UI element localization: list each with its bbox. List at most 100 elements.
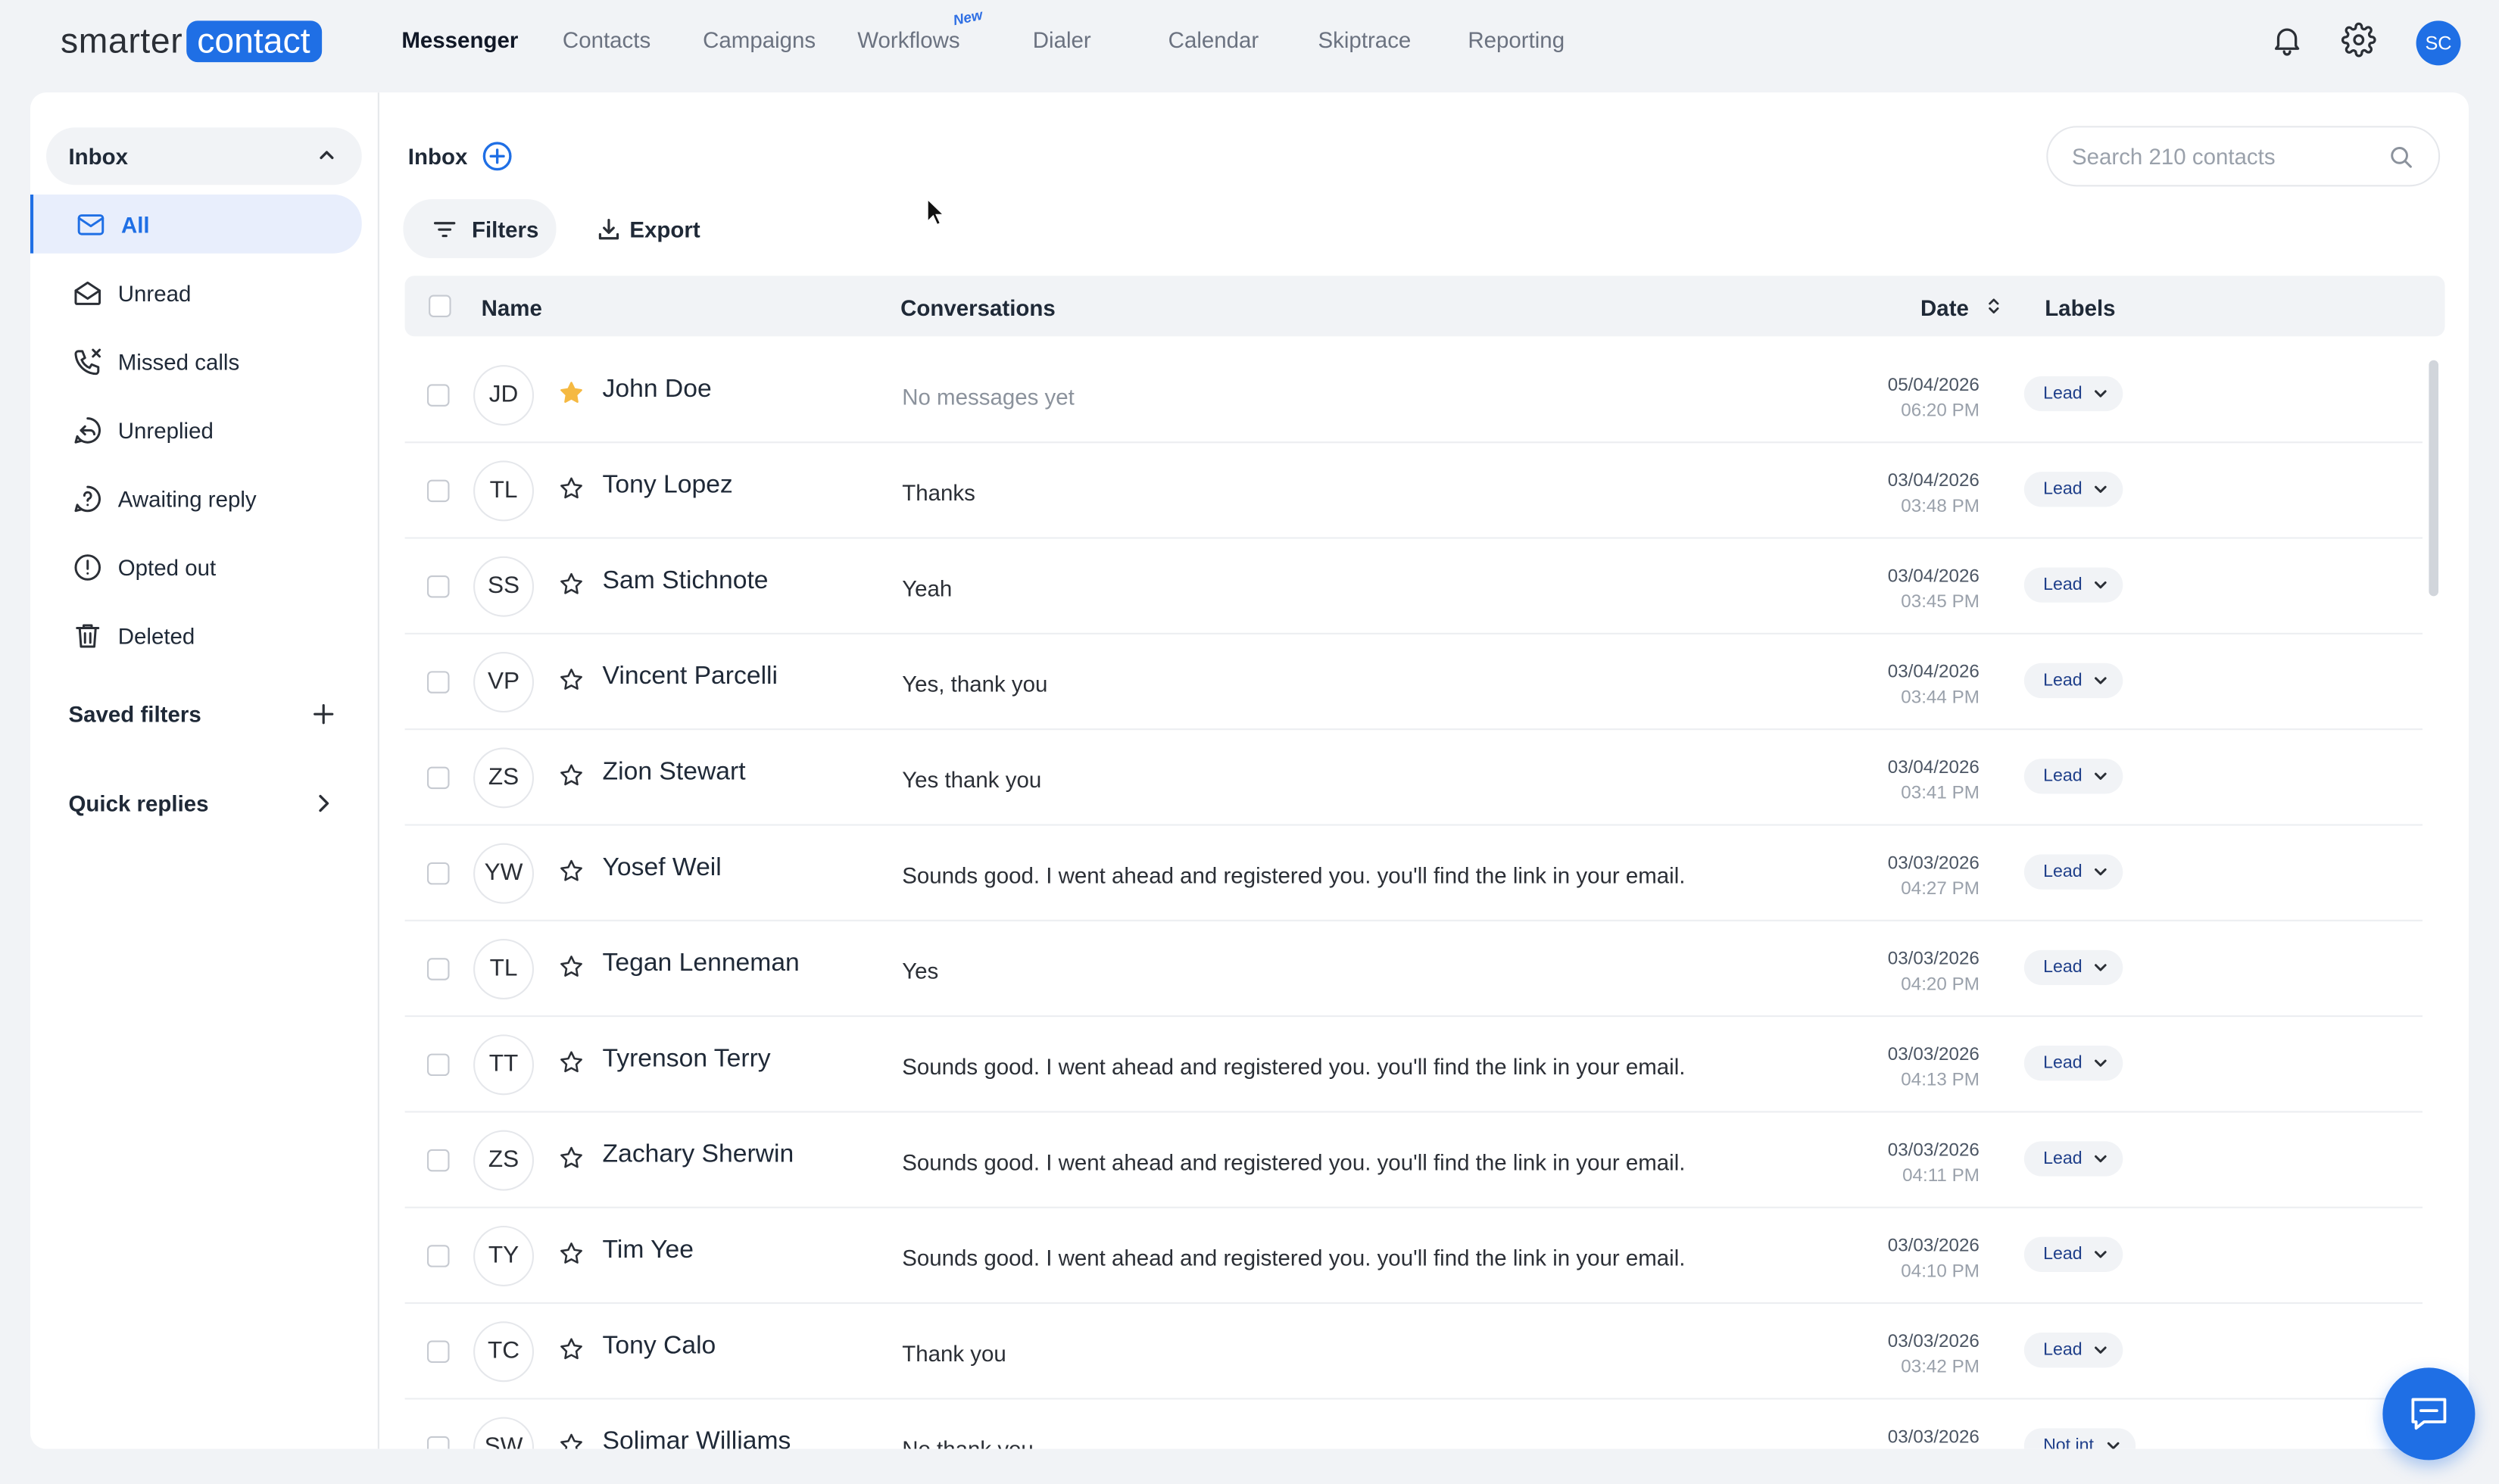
star-icon[interactable] — [558, 1049, 585, 1076]
export-button[interactable]: Export — [596, 199, 707, 258]
nav-reporting[interactable]: Reporting — [1468, 27, 1565, 53]
star-icon[interactable] — [558, 762, 585, 789]
contact-name[interactable]: Solimar Williams — [603, 1428, 791, 1448]
nav-contacts[interactable]: Contacts — [563, 27, 650, 53]
label-dropdown[interactable]: Lead — [2023, 1332, 2124, 1368]
sidebar-item-opted-out[interactable]: Opted out — [30, 537, 362, 596]
row-checkbox[interactable] — [427, 862, 450, 885]
table-row[interactable]: ZS Zachary Sherwin Sounds good. I went ahe… — [404, 1112, 2423, 1208]
table-row[interactable]: TT Tyrenson Terry Sounds good. I went ahea… — [404, 1017, 2423, 1113]
table-row[interactable]: YW Yosef Weil Sounds good. I went ahead an… — [404, 826, 2423, 921]
contact-name[interactable]: Tyrenson Terry — [603, 1046, 771, 1074]
table-row[interactable]: TC Tony Calo Thank you 03/03/2026 03:42 PM Le… — [404, 1304, 2423, 1400]
add-circle-icon[interactable] — [482, 140, 513, 172]
row-checkbox[interactable] — [427, 1053, 450, 1077]
contact-name[interactable]: Vincent Parcelli — [603, 663, 778, 692]
sidebar-item-unreplied[interactable]: Unreplied — [30, 400, 362, 459]
contact-avatar[interactable]: VP — [473, 652, 535, 713]
contact-avatar[interactable]: ZS — [473, 747, 535, 809]
nav-calendar[interactable]: Calendar — [1168, 27, 1259, 53]
row-checkbox[interactable] — [427, 958, 450, 980]
gear-icon[interactable] — [2341, 22, 2376, 58]
label-dropdown[interactable]: Lead — [2023, 1141, 2124, 1177]
label-dropdown[interactable]: Lead — [2023, 376, 2124, 412]
filters-button[interactable]: Filters — [403, 199, 557, 259]
row-checkbox[interactable] — [427, 1340, 450, 1363]
contact-avatar[interactable]: TL — [473, 938, 535, 999]
search-input[interactable] — [2071, 142, 2375, 171]
star-icon[interactable] — [558, 475, 585, 502]
star-icon[interactable] — [558, 666, 585, 694]
star-icon[interactable] — [558, 1432, 585, 1449]
search-icon[interactable] — [2389, 145, 2413, 170]
star-icon[interactable] — [558, 953, 585, 980]
sidebar-item-awaiting-reply[interactable]: Awaiting reply — [30, 469, 362, 528]
table-row[interactable]: TL Tegan Lenneman Yes 03/03/2026 04:20 PM Lea… — [404, 921, 2423, 1018]
star-icon[interactable] — [558, 1336, 585, 1363]
table-row[interactable]: VP Vincent Parcelli Yes, thank you 03/04/20… — [404, 634, 2423, 731]
label-dropdown[interactable]: Lead — [2023, 662, 2124, 699]
contact-name[interactable]: Zion Stewart — [603, 759, 746, 787]
label-dropdown[interactable]: Lead — [2023, 1236, 2124, 1272]
star-icon[interactable] — [558, 379, 585, 407]
contact-avatar[interactable]: JD — [473, 365, 535, 426]
contact-avatar[interactable]: YW — [473, 843, 535, 904]
row-checkbox[interactable] — [427, 1149, 450, 1172]
column-date[interactable]: Date — [1920, 295, 1969, 320]
quick-replies-title[interactable]: Quick replies — [68, 790, 208, 816]
row-checkbox[interactable] — [427, 1436, 450, 1449]
contact-avatar[interactable]: SW — [473, 1417, 535, 1449]
search-box[interactable] — [2046, 126, 2441, 187]
label-dropdown[interactable]: Lead — [2023, 759, 2124, 794]
contact-name[interactable]: Tony Lopez — [603, 472, 733, 500]
row-checkbox[interactable] — [427, 1245, 450, 1267]
star-icon[interactable] — [558, 571, 585, 598]
scrollbar[interactable] — [2424, 351, 2443, 1449]
contact-name[interactable]: Tim Yee — [603, 1237, 694, 1266]
row-checkbox[interactable] — [427, 671, 450, 694]
select-all-checkbox[interactable] — [429, 295, 451, 317]
nav-dialer[interactable]: Dialer — [1033, 27, 1091, 53]
row-checkbox[interactable] — [427, 384, 450, 407]
nav-workflows[interactable]: Workflows — [857, 27, 959, 53]
label-dropdown[interactable]: Lead — [2023, 949, 2124, 986]
table-row[interactable]: JD John Doe No messages yet 05/04/2026 06:20… — [404, 348, 2423, 444]
sidebar-item-missed-calls[interactable]: Missed calls — [30, 332, 362, 391]
nav-messenger[interactable]: Messenger — [401, 27, 518, 53]
label-dropdown[interactable]: Lead — [2023, 567, 2124, 603]
contact-avatar[interactable]: TT — [473, 1034, 535, 1096]
plus-icon[interactable] — [312, 703, 334, 725]
table-row[interactable]: SS Sam Stichnote Yeah 03/04/2026 03:45 PM Lea… — [404, 539, 2423, 634]
label-dropdown[interactable]: Not int — [2023, 1428, 2136, 1449]
star-icon[interactable] — [558, 858, 585, 885]
contact-avatar[interactable]: ZS — [473, 1130, 535, 1191]
chat-support-button[interactable] — [2382, 1367, 2476, 1461]
contact-name[interactable]: Tony Calo — [603, 1333, 716, 1361]
star-icon[interactable] — [558, 1145, 585, 1172]
row-checkbox[interactable] — [427, 766, 450, 790]
contact-avatar[interactable]: TL — [473, 460, 535, 522]
contact-name[interactable]: Zachary Sherwin — [603, 1141, 794, 1170]
contact-avatar[interactable]: SS — [473, 556, 535, 617]
label-dropdown[interactable]: Lead — [2023, 1046, 2124, 1081]
bell-icon[interactable] — [2270, 22, 2304, 57]
sidebar-item-all[interactable]: All — [30, 194, 362, 254]
sidebar-item-deleted[interactable]: Deleted — [30, 606, 362, 665]
scrollbar-thumb[interactable] — [2429, 360, 2439, 597]
row-checkbox[interactable] — [427, 479, 450, 503]
sort-icon[interactable] — [1984, 297, 2003, 316]
contact-name[interactable]: Tegan Lenneman — [603, 950, 800, 979]
logo[interactable]: smarter contact — [61, 20, 322, 63]
label-dropdown[interactable]: Lead — [2023, 854, 2124, 890]
contact-avatar[interactable]: TY — [473, 1225, 535, 1286]
contact-name[interactable]: Yosef Weil — [603, 854, 722, 883]
sidebar-item-unread[interactable]: Unread — [30, 263, 362, 322]
user-avatar[interactable]: SC — [2416, 20, 2461, 66]
nav-campaigns[interactable]: Campaigns — [703, 27, 816, 53]
contact-avatar[interactable]: TC — [473, 1321, 535, 1383]
star-icon[interactable] — [558, 1240, 585, 1267]
table-row[interactable]: TL Tony Lopez Thanks 03/04/2026 03:48 PM Lead — [404, 443, 2423, 539]
table-row[interactable]: SW Solimar Williams No thank you 03/03/2026… — [405, 1399, 2423, 1449]
contact-name[interactable]: John Doe — [603, 376, 712, 405]
contact-name[interactable]: Sam Stichnote — [603, 567, 769, 596]
